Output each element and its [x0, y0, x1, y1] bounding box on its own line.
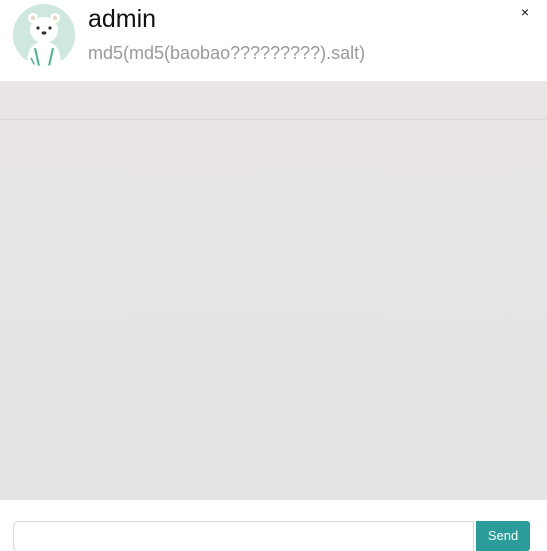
polar-bear-icon — [13, 4, 75, 66]
message-input[interactable] — [13, 521, 474, 551]
send-button[interactable]: Send — [476, 521, 530, 551]
message-area[interactable] — [0, 120, 547, 499]
chat-user-signature: md5(md5(baobao?????????).salt) — [88, 43, 366, 63]
avatar[interactable] — [13, 4, 75, 66]
chat-window: admin md5(md5(baobao?????????).salt) × S… — [0, 0, 547, 551]
input-bar: Send — [0, 499, 547, 551]
chat-header: admin md5(md5(baobao?????????).salt) × — [0, 0, 547, 81]
close-icon[interactable]: × — [516, 3, 534, 21]
chat-toolbar — [0, 81, 547, 120]
chat-user-name: admin — [88, 5, 157, 33]
